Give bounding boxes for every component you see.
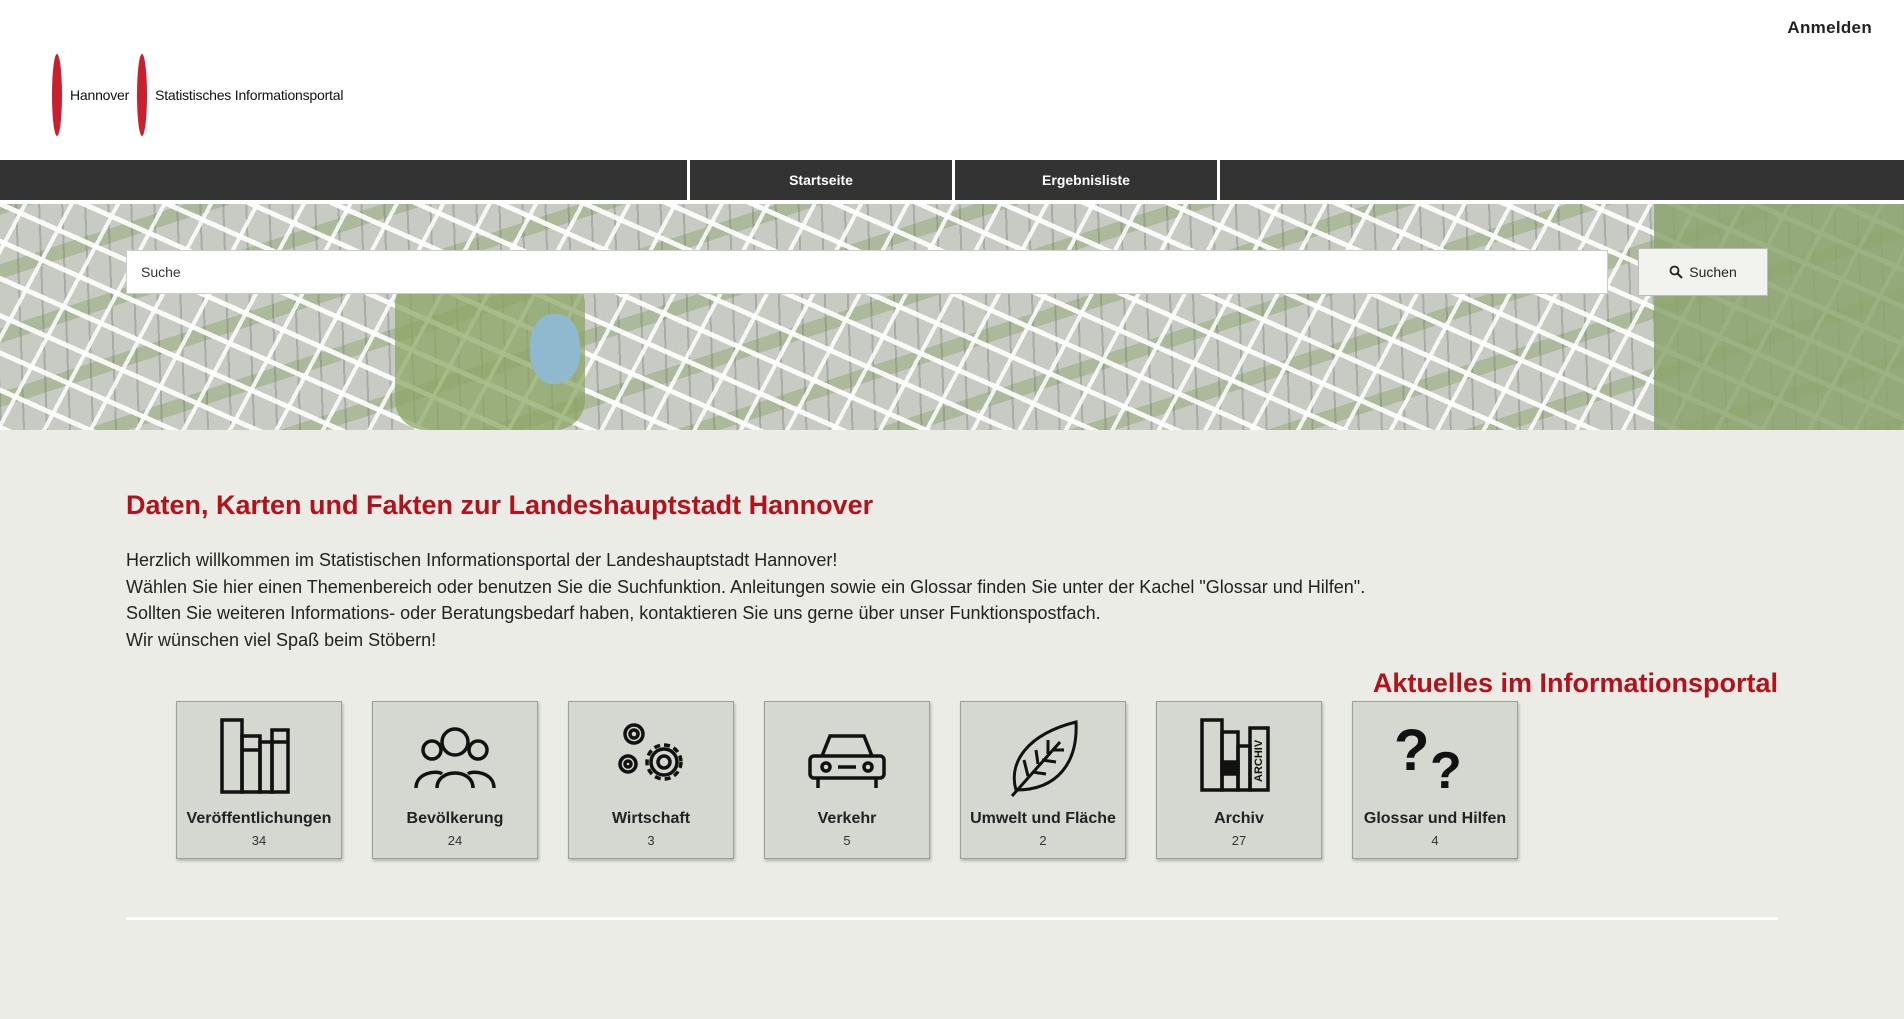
tile-count: 3 [647,833,655,848]
map-lake [530,314,580,384]
tile-archiv[interactable]: ARCHIV Archiv 27 [1156,701,1322,859]
nav-item-ergebnisliste[interactable]: Ergebnisliste [952,160,1220,200]
search-input[interactable] [126,250,1608,294]
svg-text:?: ? [1430,742,1462,800]
search-button-label: Suchen [1689,264,1737,280]
tile-count: 4 [1431,833,1439,848]
leaf-icon [1010,720,1078,797]
svg-text:?: ? [1394,718,1429,783]
logo-left-bar [52,54,62,136]
books-icon [220,718,290,794]
tile-label: Archiv [1214,810,1264,827]
tile-glossar-und-hilfen[interactable]: ? ? Glossar und Hilfen 4 [1352,701,1518,859]
tile-label: Wirtschaft [611,810,691,827]
tile-verkehr[interactable]: Verkehr 5 [764,701,930,859]
archive-icon: ARCHIV [1200,718,1270,792]
intro-line: Wir wünschen viel Spaß beim Stöbern! [126,629,437,650]
tile-label: Umwelt und Fläche [970,810,1116,827]
tile-label: Bevölkerung [406,810,504,827]
logo-portal-name: Statistisches Informationsportal [155,87,344,103]
tile-count: 27 [1231,833,1247,848]
car-icon [808,734,886,788]
intro-line: Wählen Sie hier einen Themenbereich oder… [126,576,1366,597]
hero-map-banner: Suchen [0,204,1904,430]
intro-line: Sollten Sie weiteren Informations- oder … [126,603,1101,623]
svg-text:ARCHIV: ARCHIV [1253,739,1265,782]
login-link[interactable]: Anmelden [1787,18,1872,38]
logo-city-name: Hannover [70,87,130,103]
tile-count: 5 [843,833,851,848]
site-header: Hannover Statistisches Informationsporta… [0,0,1904,160]
tile-veroeffentlichungen[interactable]: Veröffentlichungen 34 [176,701,342,859]
logo-right-bar [137,54,148,136]
nav-item-startseite[interactable]: Startseite [687,160,952,200]
tile-bevoelkerung[interactable]: Bevölkerung 24 [372,701,538,859]
tile-label: Verkehr [817,810,877,827]
gears-icon [618,723,683,781]
tile-label: Glossar und Hilfen [1363,810,1507,827]
site-logo[interactable]: Hannover Statistisches Informationsporta… [52,54,343,136]
section-divider [126,917,1778,920]
tile-label: Veröffentlichungen [186,810,332,827]
tile-wirtschaft[interactable]: Wirtschaft 3 [568,701,734,859]
topic-tiles: Veröffentlichungen 34 Bevölkerung 24 Wir… [176,701,1904,859]
people-icon [414,727,496,789]
tile-count: 24 [447,833,463,848]
search-button[interactable]: Suchen [1638,248,1768,296]
question-marks-icon: ? ? [1394,718,1462,800]
main-navigation: Startseite Ergebnisliste [0,160,1904,204]
intro-line: Herzlich willkommen im Statistischen Inf… [126,550,838,570]
tile-umwelt-und-flaeche[interactable]: Umwelt und Fläche 2 [960,701,1126,859]
search-icon [1669,265,1683,279]
tile-count: 34 [251,833,267,848]
tile-count: 2 [1039,833,1047,848]
news-section-title: Aktuelles im Informationsportal [1372,668,1778,698]
page-title: Daten, Karten und Fakten zur Landeshaupt… [126,490,874,520]
search-bar: Suchen [126,248,1768,296]
intro-text: Herzlich willkommen im Statistischen Inf… [126,547,1904,653]
